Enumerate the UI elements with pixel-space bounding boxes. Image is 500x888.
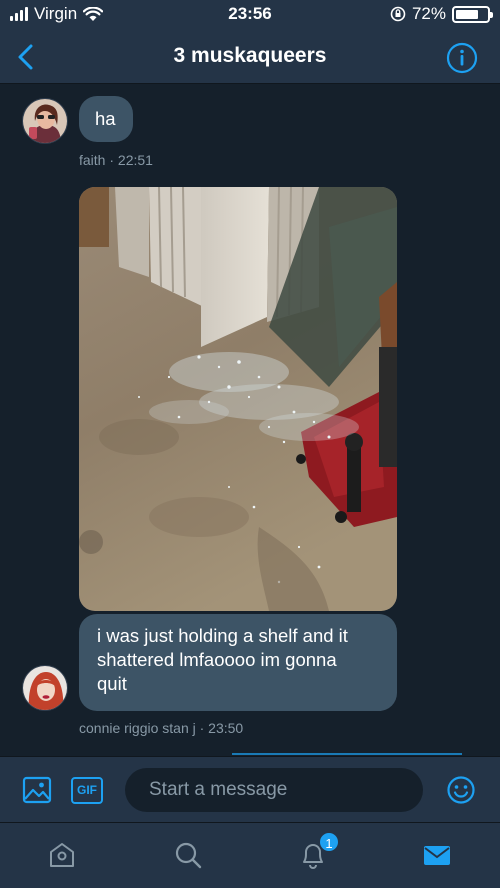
notification-badge: 1 [318,831,340,853]
message-text-line: i was just holding a shelf and it [97,625,348,646]
message-input[interactable] [125,768,423,812]
emoji-icon[interactable] [446,775,476,805]
battery-fill [456,9,478,19]
message-meta: faith · 22:51 [79,152,153,168]
photo-icon[interactable] [22,775,52,805]
avatar[interactable] [22,98,68,144]
gif-button[interactable]: GIF [71,777,103,804]
conversation-title: 3 muskaqueers [173,44,327,67]
info-icon[interactable] [446,42,478,74]
scroll-indicator [232,753,462,755]
message-composer: GIF [0,756,500,822]
home-icon[interactable] [47,840,77,870]
message-bubble[interactable]: ha [79,96,133,142]
conversation-header: 3 muskaqueers [0,30,500,84]
orientation-lock-icon [390,6,406,22]
message-text-line: quit [97,673,127,694]
battery-icon [452,5,493,23]
message-bubble[interactable]: i was just holding a shelf and it shatte… [79,614,397,711]
mail-icon[interactable] [422,840,452,870]
message-text-line: shattered lmfaoooo im gonna [97,649,337,670]
status-bar: Virgin 23:56 72% [0,0,500,30]
tab-bar: 1 [0,822,500,888]
message-meta: connie riggio stan j · 23:50 [79,720,244,736]
message-text: ha [95,108,116,129]
battery-label: 72% [411,4,446,23]
status-right: 72% [390,4,493,24]
shattered-glass-photo[interactable] [79,187,397,611]
avatar[interactable] [22,665,68,711]
search-icon[interactable] [173,840,203,870]
